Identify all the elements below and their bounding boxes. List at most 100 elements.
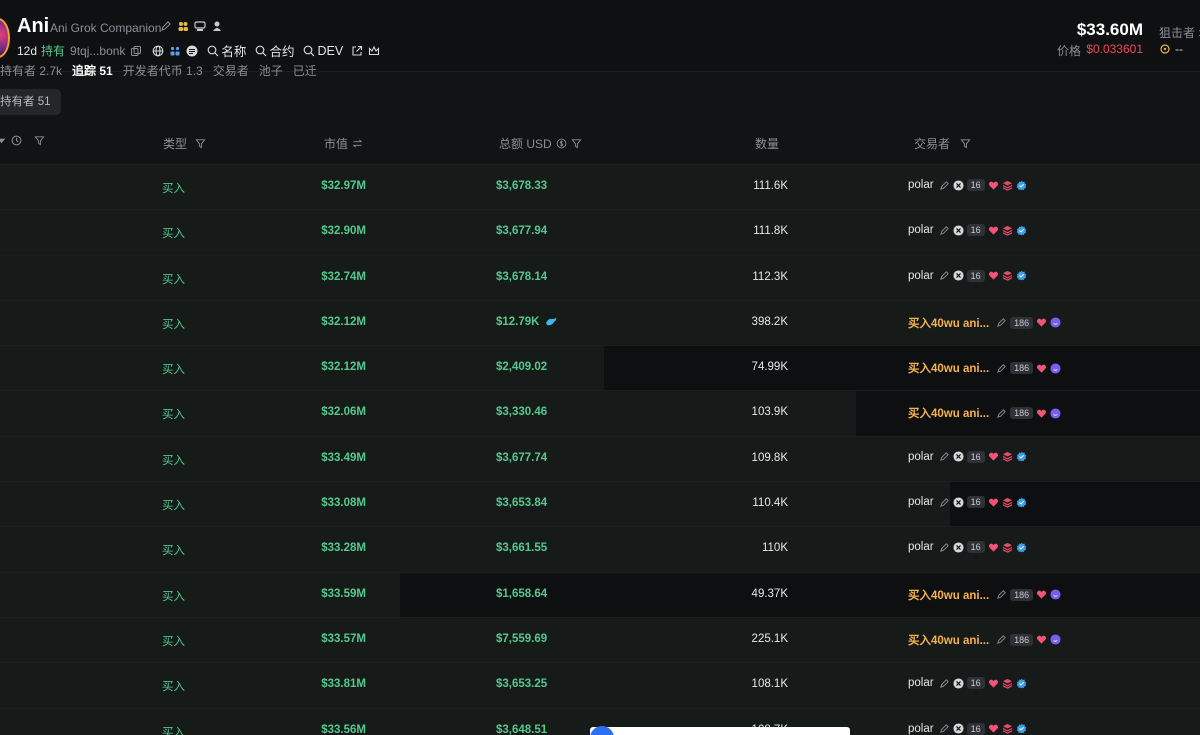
trader-cell[interactable]: 买入40wu ani... 186 — [908, 587, 1061, 603]
edit-icon[interactable] — [939, 225, 950, 236]
edit-icon[interactable] — [939, 180, 950, 191]
filter-icon[interactable] — [195, 138, 206, 149]
token-avatar[interactable] — [0, 18, 10, 58]
x-social-icon[interactable] — [953, 723, 964, 734]
edit-icon[interactable] — [939, 497, 950, 508]
table-row[interactable]: 买入 $32.90M $3,677.94 111.8K polar 16 — [0, 209, 1200, 255]
table-row[interactable]: 买入 $32.12M $12.79K 398.2K 买入40wu ani... 186 — [0, 299, 1200, 346]
table-row[interactable]: 买入 $33.59M $1,658.64 49.37K 买入40wu ani... 186 — [0, 571, 1200, 617]
table-row[interactable]: 买入 $32.97M $3,678.33 111.6K polar 16 — [0, 164, 1200, 210]
trader-column-header[interactable]: 交易者 — [914, 135, 971, 152]
table-row[interactable]: 买入 $33.28M $3,661.55 110K polar 16 — [0, 526, 1200, 572]
table-row[interactable]: 买入 $33.57M $7,559.69 225.1K 买入40wu ani... 186 — [0, 616, 1200, 663]
tab-holders[interactable]: 持有者 2.7k — [0, 62, 62, 76]
filter-icon[interactable] — [34, 135, 45, 146]
trader-name[interactable]: polar — [908, 677, 934, 689]
x-social-icon[interactable] — [953, 270, 964, 281]
floating-popup-edge[interactable] — [590, 727, 850, 735]
edit-icon[interactable] — [160, 20, 172, 32]
table-row[interactable]: 买入 $33.08M $3,653.84 110.4K polar 16 — [0, 481, 1200, 527]
copy-icon[interactable] — [130, 45, 142, 57]
edit-icon[interactable] — [939, 542, 950, 553]
currency-toggle-icon[interactable] — [556, 138, 567, 149]
x-social-icon[interactable] — [953, 542, 964, 553]
stack-icon — [1002, 451, 1013, 463]
people-icon[interactable] — [177, 20, 189, 32]
globe-icon[interactable] — [152, 45, 164, 57]
community-icon[interactable] — [169, 45, 181, 57]
trader-name[interactable]: polar — [908, 270, 934, 282]
search-dev-link[interactable]: DEV — [303, 44, 343, 58]
edit-icon[interactable] — [996, 408, 1007, 419]
edit-icon[interactable] — [939, 678, 950, 689]
edit-icon[interactable] — [996, 363, 1007, 374]
trader-name[interactable]: 买入40wu ani... — [908, 632, 989, 648]
trader-cell[interactable]: polar 16 — [908, 677, 1027, 690]
trader-name[interactable]: polar — [908, 541, 934, 553]
trader-cell[interactable]: polar 16 — [908, 179, 1027, 191]
tab-tracking[interactable]: 追踪 51 — [72, 62, 113, 76]
filter-icon[interactable] — [571, 138, 582, 149]
x-social-icon[interactable] — [953, 451, 964, 462]
tab-pools[interactable]: 池子 — [259, 62, 283, 76]
trader-name[interactable]: polar — [908, 451, 934, 463]
x-social-icon[interactable] — [953, 179, 964, 191]
table-row[interactable]: 买入 $32.06M $3,330.46 103.9K 买入40wu ani... 186 — [0, 390, 1200, 436]
list-circle-icon[interactable] — [186, 45, 198, 57]
edit-icon[interactable] — [939, 451, 950, 462]
search-name-link[interactable]: 名称 — [207, 41, 246, 60]
trader-cell[interactable]: polar 16 — [908, 269, 1027, 282]
tab-dev-tokens[interactable]: 开发者代币 1.3 — [123, 62, 203, 76]
trader-cell[interactable]: polar 16 — [908, 541, 1027, 554]
trader-cell[interactable]: polar 16 — [908, 450, 1027, 463]
trader-name[interactable]: 买入40wu ani... — [908, 405, 989, 421]
edit-icon[interactable] — [996, 634, 1007, 645]
trader-cell[interactable]: 买入40wu ani... 186 — [908, 405, 1061, 421]
trader-cell[interactable]: 买入40wu ani... 186 — [908, 315, 1061, 331]
crown-icon[interactable] — [368, 45, 380, 57]
trader-name[interactable]: polar — [908, 496, 934, 508]
trader-name[interactable]: 买入40wu ani... — [908, 587, 989, 603]
trader-name[interactable]: 买入40wu ani... — [908, 315, 989, 331]
edit-icon[interactable] — [939, 723, 950, 734]
trader-badge: 16 — [966, 496, 985, 509]
table-row[interactable]: 买入 $32.12M $2,409.02 74.99K 买入40wu ani... 186 — [0, 345, 1200, 391]
search-contract-link[interactable]: 合约 — [255, 41, 294, 60]
time-column-header[interactable] — [0, 135, 45, 146]
filter-icon[interactable] — [960, 138, 971, 149]
table-row[interactable]: 买入 $32.74M $3,678.14 112.3K polar 16 — [0, 254, 1200, 300]
trader-cell[interactable]: 买入40wu ani... 186 — [908, 360, 1061, 376]
ghost-icon[interactable] — [211, 20, 223, 32]
tab-migrated[interactable]: 已迁 — [293, 62, 317, 76]
tab-traders[interactable]: 交易者 — [213, 62, 249, 76]
holders-filter-chip[interactable]: 持有者 51 — [0, 89, 61, 115]
x-social-icon[interactable] — [953, 225, 964, 236]
mcap-column-header[interactable]: 市值 — [324, 135, 363, 152]
trade-mcap: $33.56M — [321, 723, 366, 735]
trader-cell[interactable]: polar 16 — [908, 496, 1027, 509]
type-column-header[interactable]: 类型 — [163, 135, 206, 152]
trader-name[interactable]: polar — [908, 224, 934, 236]
chef-hat-icon[interactable] — [194, 20, 206, 32]
trade-total-value: $12.79K — [496, 315, 540, 328]
trader-name[interactable]: 买入40wu ani... — [908, 360, 989, 376]
search-icon — [207, 45, 219, 57]
trader-name[interactable]: polar — [908, 179, 934, 191]
trader-cell[interactable]: 买入40wu ani... 186 — [908, 632, 1061, 648]
table-row[interactable]: 买入 $33.81M $3,653.25 108.1K polar 16 — [0, 662, 1200, 708]
total-column-header[interactable]: 总额 USD — [499, 135, 582, 152]
table-row[interactable]: 买入 $33.49M $3,677.74 109.8K polar 16 — [0, 435, 1200, 482]
trade-total-usd: $2,409.02 — [496, 361, 547, 373]
edit-icon[interactable] — [939, 270, 950, 281]
x-social-icon[interactable] — [953, 678, 964, 689]
trader-name[interactable]: polar — [908, 723, 934, 735]
clock-icon[interactable] — [11, 135, 22, 146]
edit-icon[interactable] — [996, 317, 1007, 328]
external-link-icon[interactable] — [351, 45, 363, 57]
x-social-icon[interactable] — [953, 497, 964, 508]
trader-cell[interactable]: polar 16 — [908, 224, 1027, 237]
swap-icon[interactable] — [352, 138, 363, 149]
trader-cell[interactable]: polar 16 — [908, 722, 1027, 735]
contract-address[interactable]: 9tqj...bonk — [70, 44, 125, 58]
edit-icon[interactable] — [996, 589, 1007, 600]
